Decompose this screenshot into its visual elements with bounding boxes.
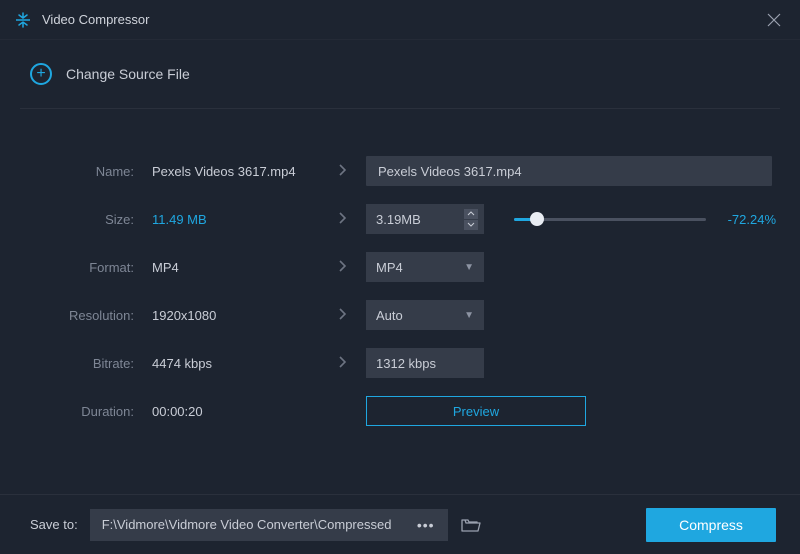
format-row: Format: MP4 MP4 ▼ — [24, 243, 776, 291]
form-area: Name: Pexels Videos 3617.mp4 Pexels Vide… — [0, 109, 800, 435]
preview-button[interactable]: Preview — [366, 396, 586, 426]
size-label: Size: — [24, 212, 142, 227]
duration-row: Duration: 00:00:20 Preview — [24, 387, 776, 435]
chevron-right-icon — [338, 163, 347, 180]
open-folder-icon[interactable] — [456, 509, 486, 541]
stepper-down-icon[interactable] — [464, 220, 478, 230]
bitrate-input[interactable]: 1312 kbps — [366, 348, 484, 378]
format-original: MP4 — [142, 260, 318, 275]
bitrate-label: Bitrate: — [24, 356, 142, 371]
duration-label: Duration: — [24, 404, 142, 419]
format-select[interactable]: MP4 ▼ — [366, 252, 484, 282]
add-source-icon[interactable]: + — [30, 63, 52, 85]
slider-thumb[interactable] — [530, 212, 544, 226]
chevron-right-icon — [338, 355, 347, 372]
bitrate-row: Bitrate: 4474 kbps 1312 kbps — [24, 339, 776, 387]
source-row: + Change Source File — [0, 40, 800, 108]
chevron-right-icon — [338, 307, 347, 324]
size-stepper[interactable]: 3.19MB — [366, 204, 484, 234]
close-icon[interactable] — [762, 8, 786, 32]
chevron-right-icon — [338, 259, 347, 276]
footer: Save to: F:\Vidmore\Vidmore Video Conver… — [0, 494, 800, 554]
size-row: Size: 11.49 MB 3.19MB -72.24% — [24, 195, 776, 243]
compress-icon — [14, 11, 32, 29]
app-title: Video Compressor — [42, 12, 762, 27]
size-slider[interactable] — [484, 218, 716, 221]
chevron-down-icon: ▼ — [464, 310, 474, 321]
stepper-up-icon[interactable] — [464, 209, 478, 219]
more-icon[interactable]: ••• — [412, 517, 440, 533]
change-source-label[interactable]: Change Source File — [66, 66, 190, 82]
saveto-label: Save to: — [30, 517, 78, 532]
name-label: Name: — [24, 164, 142, 179]
duration-value: 00:00:20 — [142, 404, 318, 419]
compress-button[interactable]: Compress — [646, 508, 776, 542]
size-original: 11.49 MB — [142, 212, 318, 227]
save-path-field[interactable]: F:\Vidmore\Vidmore Video Converter\Compr… — [90, 509, 448, 541]
name-row: Name: Pexels Videos 3617.mp4 Pexels Vide… — [24, 147, 776, 195]
size-percent: -72.24% — [716, 212, 776, 227]
resolution-select[interactable]: Auto ▼ — [366, 300, 484, 330]
bitrate-original: 4474 kbps — [142, 356, 318, 371]
chevron-down-icon: ▼ — [464, 262, 474, 273]
resolution-original: 1920x1080 — [142, 308, 318, 323]
resolution-label: Resolution: — [24, 308, 142, 323]
resolution-row: Resolution: 1920x1080 Auto ▼ — [24, 291, 776, 339]
titlebar: Video Compressor — [0, 0, 800, 40]
name-original: Pexels Videos 3617.mp4 — [142, 164, 318, 179]
format-label: Format: — [24, 260, 142, 275]
name-input[interactable]: Pexels Videos 3617.mp4 — [366, 156, 772, 186]
chevron-right-icon — [338, 211, 347, 228]
